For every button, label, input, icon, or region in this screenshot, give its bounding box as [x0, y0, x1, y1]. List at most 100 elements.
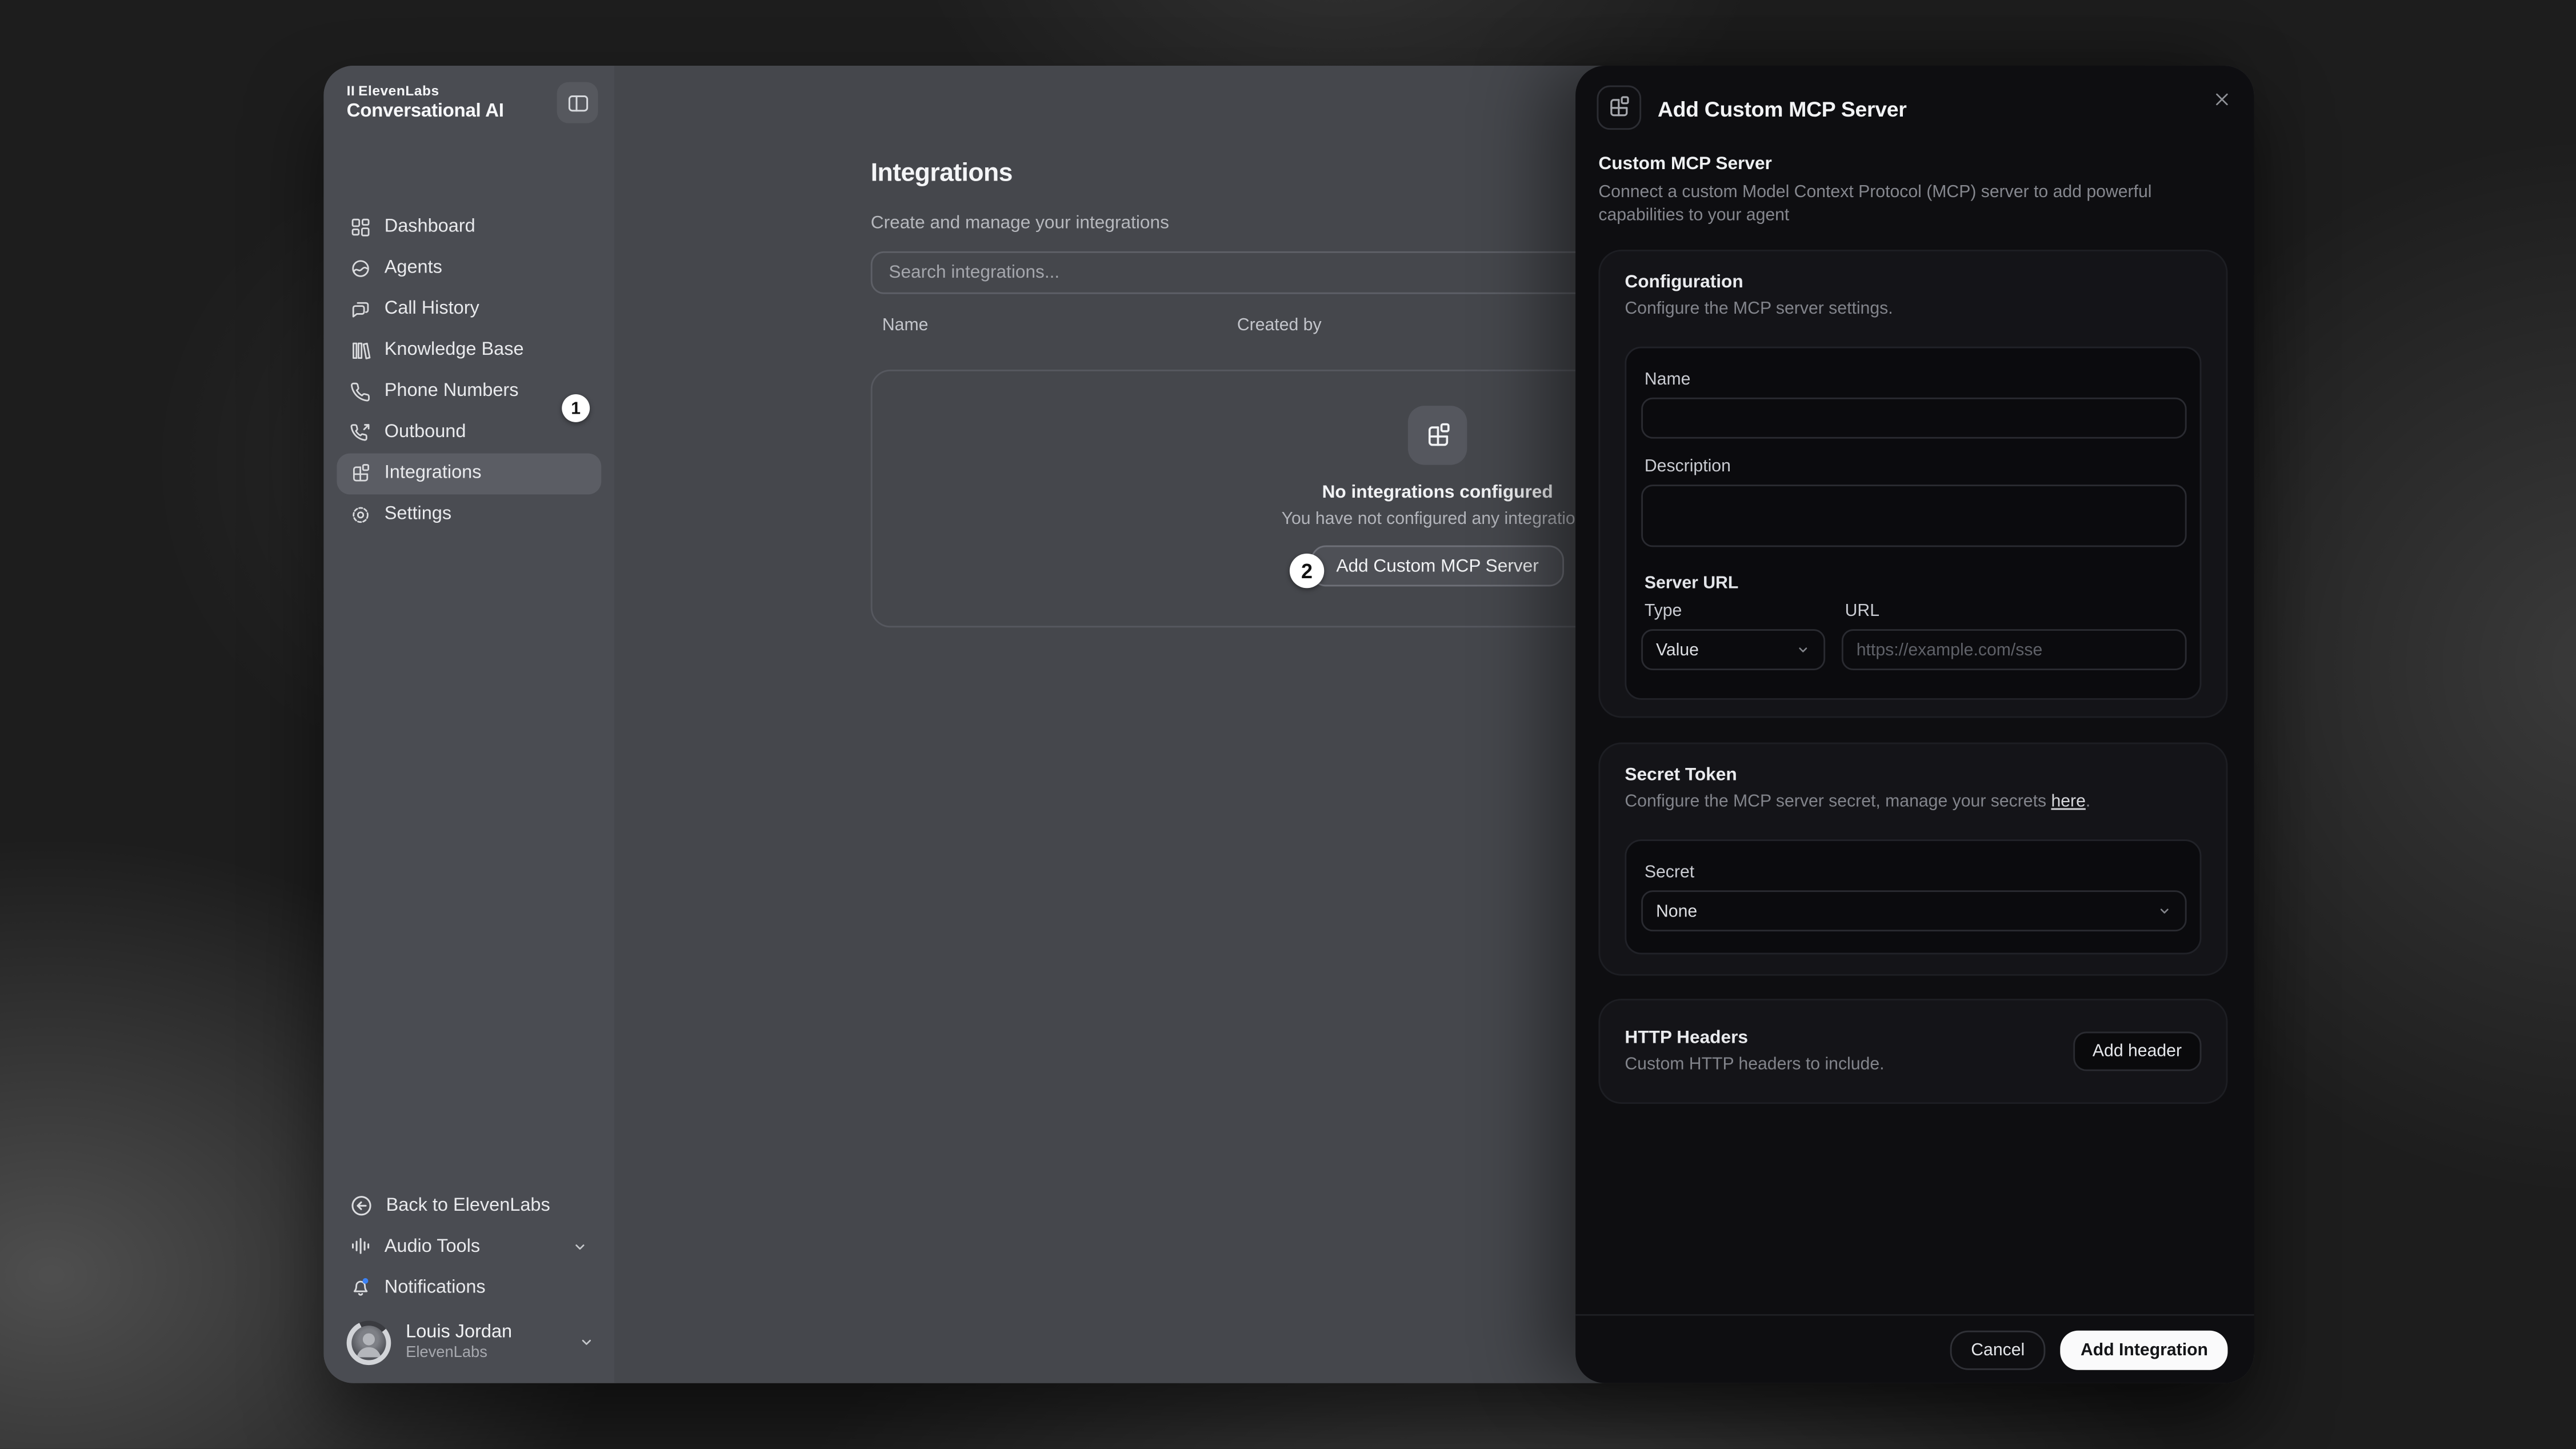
close-button[interactable]: [2208, 86, 2234, 112]
mcp-server-icon: [1597, 86, 1642, 130]
sidebar-item-settings[interactable]: Settings: [337, 494, 601, 535]
back-to-elevenlabs-label: Back to ElevenLabs: [386, 1195, 550, 1215]
configuration-title: Configuration: [1625, 273, 2201, 293]
sidebar-item-label: Knowledge Base: [385, 330, 524, 371]
sidebar-item-agents[interactable]: Agents: [337, 248, 601, 289]
sidebar-item-label: Agents: [385, 248, 442, 289]
configuration-fields: Name Description Server URL Type Value U…: [1625, 347, 2201, 700]
user-menu[interactable]: Louis Jordan ElevenLabs: [337, 1314, 601, 1370]
page-title: Integrations: [871, 159, 1013, 189]
secret-token-card: Secret Token Configure the MCP server se…: [1598, 743, 2227, 976]
audio-tools-label: Audio Tools: [385, 1236, 480, 1256]
avatar-ring: [347, 1320, 391, 1364]
audio-tools-menu[interactable]: Audio Tools: [337, 1226, 601, 1267]
add-integration-button[interactable]: Add Integration: [2061, 1330, 2227, 1369]
column-header-name: Name: [882, 315, 929, 335]
name-field[interactable]: [1641, 398, 2187, 439]
user-name: Louis Jordan: [406, 1322, 512, 1342]
chevron-down-icon: [572, 1238, 589, 1254]
http-headers-text: HTTP Headers Custom HTTP headers to incl…: [1625, 1028, 1884, 1075]
sidebar-item-call-history[interactable]: Call History: [337, 289, 601, 330]
elevenlabs-logo-icon: II: [347, 82, 355, 99]
description-label: Description: [1645, 457, 2187, 477]
integrations-icon: [350, 463, 371, 485]
column-header-created-by: Created by: [1237, 315, 1322, 335]
sidebar-item-label: Integrations: [385, 454, 482, 495]
avatar: [351, 1325, 386, 1359]
type-label: Type: [1645, 601, 1825, 621]
chevron-down-icon: [578, 1334, 595, 1351]
chevron-down-icon: [1795, 642, 1810, 657]
name-label: Name: [1645, 370, 2187, 390]
sidebar-item-label: Phone Numbers: [385, 371, 519, 413]
notifications-label: Notifications: [385, 1277, 486, 1297]
notification-dot: [363, 1278, 369, 1284]
sidebar-item-knowledge-base[interactable]: Knowledge Base: [337, 330, 601, 371]
panel-left-icon: [566, 91, 589, 114]
waveform-icon: [350, 1235, 371, 1256]
agents-icon: [350, 258, 371, 279]
drawer-footer: Cancel Add Integration: [1575, 1314, 2254, 1383]
server-url-label: Server URL: [1645, 573, 2187, 593]
notifications-button[interactable]: Notifications: [337, 1267, 601, 1308]
sidebar-item-label: Settings: [385, 494, 451, 535]
back-to-elevenlabs-link[interactable]: Back to ElevenLabs: [337, 1184, 601, 1226]
manage-secrets-link[interactable]: here: [2051, 792, 2085, 812]
brand-name: ElevenLabs: [358, 82, 439, 99]
chevron-down-icon: [2157, 903, 2172, 918]
sidebar-toggle-button[interactable]: [557, 82, 598, 123]
cancel-button[interactable]: Cancel: [1950, 1330, 2046, 1369]
phone-outgoing-icon: [350, 422, 371, 443]
step-marker-1: 1: [562, 394, 590, 422]
close-icon: [2212, 90, 2230, 108]
secret-label: Secret: [1645, 862, 2187, 882]
type-select[interactable]: Value: [1641, 629, 1825, 670]
step-marker-2: 2: [1290, 554, 1324, 588]
type-select-value: Value: [1656, 640, 1699, 660]
sidebar-item-label: Call History: [385, 289, 479, 330]
empty-state-subtitle: You have not configured any integrations: [1282, 509, 1594, 529]
page-subtitle: Create and manage your integrations: [871, 214, 1169, 234]
integrations-icon: [1408, 406, 1467, 465]
configuration-description: Configure the MCP server settings.: [1625, 299, 2201, 319]
dashboard-icon: [350, 217, 371, 238]
secret-token-title: Secret Token: [1625, 766, 2201, 786]
secret-select[interactable]: None: [1641, 890, 2187, 931]
sidebar-footer: Back to ElevenLabs Audio Tools Notificat…: [337, 1184, 601, 1370]
configuration-card: Configuration Configure the MCP server s…: [1598, 250, 2227, 718]
secret-fields: Secret None: [1625, 839, 2201, 954]
drawer-section-title: Custom MCP Server: [1598, 154, 1771, 174]
url-field[interactable]: [1842, 629, 2187, 670]
chat-bubbles-icon: [350, 299, 371, 320]
user-org: ElevenLabs: [406, 1344, 512, 1362]
description-field[interactable]: [1641, 485, 2187, 547]
sidebar-item-outbound[interactable]: Outbound: [337, 413, 601, 454]
sidebar-item-integrations[interactable]: Integrations: [337, 454, 601, 495]
http-headers-card: HTTP Headers Custom HTTP headers to incl…: [1598, 999, 2227, 1104]
drawer-title: Add Custom MCP Server: [1658, 97, 1907, 122]
add-custom-mcp-server-button[interactable]: Add Custom MCP Server: [1311, 546, 1563, 587]
http-headers-title: HTTP Headers: [1625, 1028, 1884, 1048]
empty-state-title: No integrations configured: [1322, 483, 1553, 503]
sidebar-item-dashboard[interactable]: Dashboard: [337, 207, 601, 248]
screen: IIElevenLabs Conversational AI Dashboard…: [0, 0, 2576, 1449]
secret-token-description: Configure the MCP server secret, manage …: [1625, 792, 2201, 812]
books-icon: [350, 340, 371, 361]
secret-select-value: None: [1656, 901, 1697, 921]
add-header-button[interactable]: Add header: [2073, 1032, 2201, 1071]
sidebar-nav: Dashboard Agents Call History Knowledge …: [337, 207, 601, 535]
secret-desc-text: Configure the MCP server secret, manage …: [1625, 792, 2051, 812]
sidebar-header: IIElevenLabs Conversational AI: [347, 82, 598, 122]
arrow-left-circle-icon: [350, 1194, 373, 1216]
add-mcp-server-drawer: Add Custom MCP Server Custom MCP Server …: [1575, 66, 2254, 1383]
sidebar-item-label: Outbound: [385, 413, 466, 454]
http-headers-description: Custom HTTP headers to include.: [1625, 1055, 1884, 1075]
phone-icon: [350, 381, 371, 402]
user-meta: Louis Jordan ElevenLabs: [406, 1322, 512, 1362]
drawer-section-description: Connect a custom Model Context Protocol …: [1598, 181, 2239, 227]
secret-desc-period: .: [2086, 792, 2090, 812]
sidebar-item-label: Dashboard: [385, 207, 475, 248]
server-url-row: Type Value URL: [1641, 601, 2187, 670]
bell-icon: [350, 1276, 371, 1298]
sidebar: IIElevenLabs Conversational AI Dashboard…: [323, 66, 616, 1383]
